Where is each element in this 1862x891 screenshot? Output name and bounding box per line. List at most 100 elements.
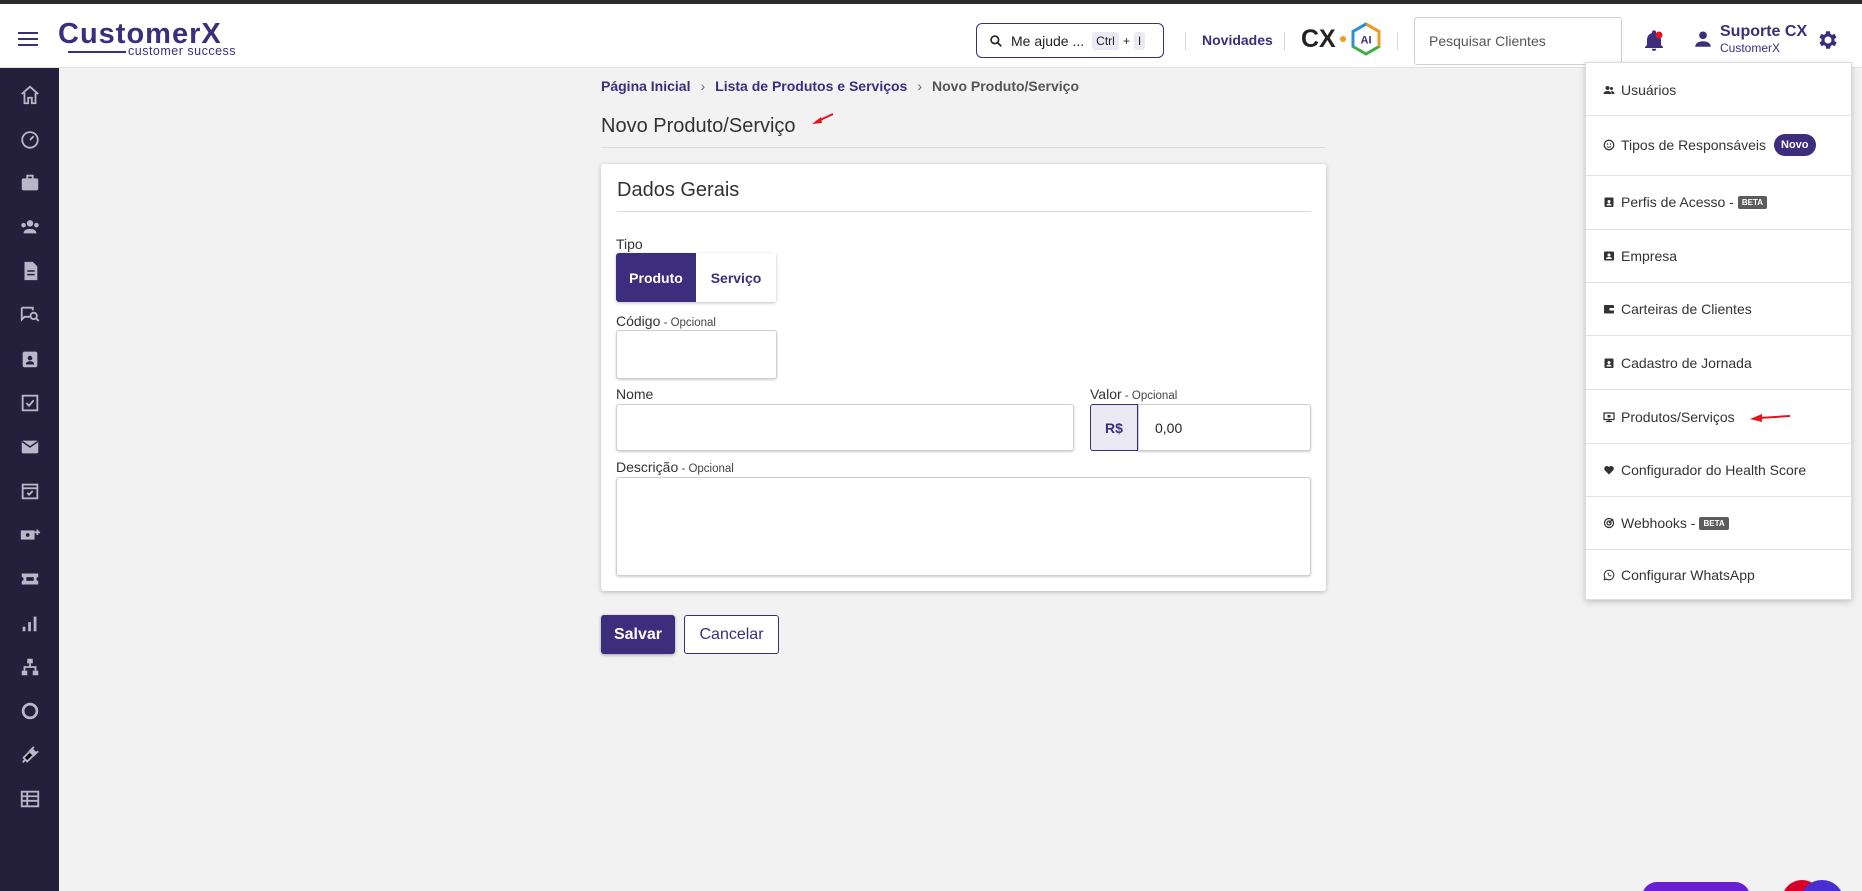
sidebar [0,68,59,891]
mail-icon[interactable] [19,436,41,458]
menu-item-label: Produtos/Serviços [1621,408,1735,425]
help-search-button[interactable]: Me ajude ... Ctrl + I [976,23,1164,58]
menu-item-label: Usuários [1621,81,1677,98]
header-divider [1397,32,1398,50]
cx-ai-button[interactable]: CX AI [1301,22,1382,56]
plug-icon[interactable] [19,744,41,766]
page-title: Novo Produto/Serviço [601,115,796,137]
breadcrumb-home[interactable]: Página Inicial [601,78,690,94]
beta-badge: BETA [1737,195,1768,209]
optional-hint: - Opcional [660,317,716,329]
menu-item-carteiras[interactable]: Carteiras de Clientes [1586,283,1851,335]
chat-search-icon[interactable] [19,304,41,326]
nome-input[interactable] [616,404,1074,451]
descricao-textarea[interactable] [616,477,1311,576]
calendar-check-icon[interactable] [19,480,41,502]
menu-item-whatsapp[interactable]: Configurar WhatsApp [1586,550,1851,600]
title-divider [601,147,1326,148]
general-data-card: Dados Gerais Tipo Produto Serviço Código… [601,164,1326,591]
chevron-right-icon: › [700,78,706,94]
beta-badge: BETA [1699,516,1729,530]
menu-item-label: Perfis de Acesso - [1621,194,1734,210]
tipo-label: Tipo [616,236,643,252]
group-icon[interactable] [19,216,41,238]
ai-hexagon-icon: AI [1351,22,1381,56]
customerx-logo[interactable]: CustomerX customer success [58,18,248,58]
menu-item-tipos-responsaveis[interactable]: Tipos de Responsáveis Novo [1586,116,1851,173]
novidades-link[interactable]: Novidades [1202,32,1273,48]
nome-label: Nome [616,386,654,402]
donut-icon[interactable] [19,700,41,722]
contact-card-icon [1604,251,1614,260]
breadcrumb: Página Inicial › Lista de Produtos e Ser… [601,78,1079,94]
dashboard-icon[interactable] [19,128,41,150]
shortcut-plus: + [1122,33,1130,48]
menu-item-usuarios[interactable]: Usuários [1586,65,1851,114]
contact-badge-icon[interactable] [19,348,41,370]
header-divider [1284,32,1285,50]
chat-widget-button[interactable] [1642,882,1750,891]
menu-item-webhooks[interactable]: Webhooks - BETA [1586,497,1851,549]
users-icon [1603,85,1615,94]
briefcase-icon[interactable] [19,172,41,194]
shortcut-ctrl: Ctrl [1092,31,1119,50]
logo-underline [68,51,126,53]
product-screen-icon [1603,411,1615,422]
notification-bell-icon[interactable] [1642,29,1666,53]
menu-item-cadastro-jornada[interactable]: Cadastro de Jornada [1586,336,1851,389]
section-title: Dados Gerais [617,179,740,201]
optional-hint: - Opcional [1121,390,1178,402]
user-name: Suporte CX [1720,23,1808,40]
valor-label: Valor - Opcional [1090,386,1177,402]
document-icon[interactable] [19,260,41,282]
currency-prefix: R$ [1090,404,1138,451]
menu-item-produtos-servicos[interactable]: Produtos/Serviços [1586,390,1851,443]
customer-search-input[interactable] [1414,17,1622,65]
cancel-button[interactable]: Cancelar [684,615,779,654]
menu-item-label: Tipos de Responsáveis [1621,136,1767,153]
codigo-input[interactable] [616,330,777,379]
money-add-icon[interactable] [19,524,41,546]
ticket-icon[interactable] [19,568,41,590]
descricao-label: Descrição - Opcional [616,459,734,475]
annotation-arrow-icon [1749,413,1790,422]
annotation-arrow-icon [812,113,834,124]
home-icon[interactable] [19,84,41,106]
checkbox-icon[interactable] [19,392,41,414]
gear-icon[interactable] [1816,28,1840,52]
logo-tagline: customer success [128,44,237,58]
cx-ai-dot [1339,36,1346,42]
menu-item-perfis-acesso[interactable]: Perfis de Acesso - BETA [1586,176,1851,228]
search-icon [990,34,1002,47]
menu-toggle-icon[interactable] [18,32,38,46]
section-divider [617,211,1311,212]
descricao-label-text: Descrição [616,459,679,475]
heart-icon [1604,465,1614,475]
shortcut-key: I [1133,31,1146,50]
menu-item-label: Carteiras de Clientes [1621,301,1752,317]
menu-item-label: Empresa [1621,247,1678,264]
tipo-toggle: Produto Serviço [616,253,776,302]
breadcrumb-products-list[interactable]: Lista de Produtos e Serviços [715,78,907,94]
user-menu[interactable]: Suporte CX CustomerX [1692,23,1807,55]
header-divider [1185,32,1186,50]
webhook-icon [1603,517,1615,529]
tipo-produto-button[interactable]: Produto [616,253,696,302]
wallet-icon [1604,305,1614,314]
menu-item-empresa[interactable]: Empresa [1586,230,1851,281]
chevron-right-icon: › [917,78,922,94]
new-badge: Novo [1774,133,1816,156]
menu-item-label: Configurar WhatsApp [1621,567,1755,583]
whatsapp-icon [1603,569,1615,581]
spreadsheet-icon[interactable] [19,788,41,810]
valor-label-text: Valor [1090,386,1122,402]
hierarchy-icon[interactable] [19,656,41,678]
save-button[interactable]: Salvar [601,615,675,654]
optional-hint: - Opcional [678,463,734,475]
user-company: CustomerX [1720,41,1781,55]
menu-item-health-score[interactable]: Configurador do Health Score [1586,444,1851,496]
bar-chart-icon[interactable] [19,612,41,634]
valor-input[interactable] [1138,404,1311,451]
person-icon [1695,31,1711,47]
tipo-servico-button[interactable]: Serviço [696,253,776,302]
